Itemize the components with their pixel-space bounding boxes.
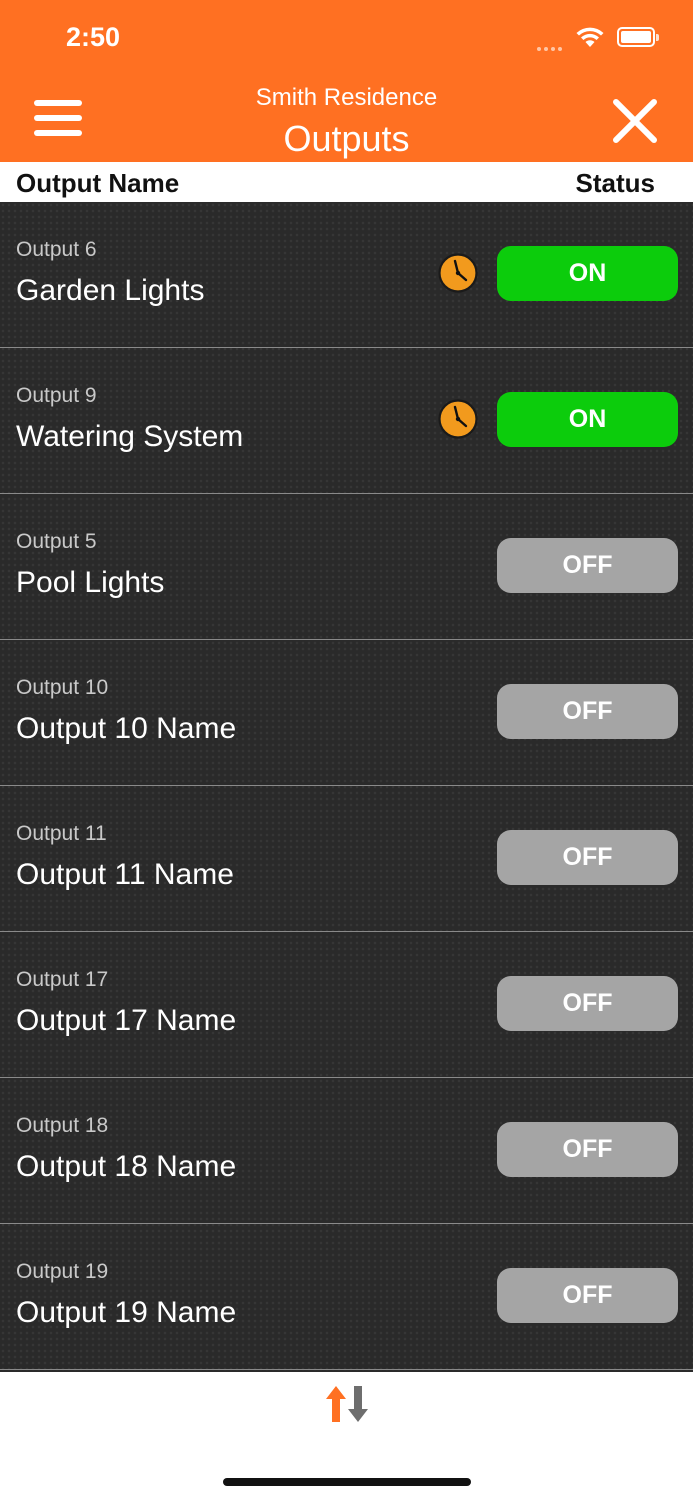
output-name: Output 17 Name (16, 1004, 237, 1037)
output-number: Output 9 (16, 384, 97, 407)
home-indicator (223, 1478, 471, 1486)
output-name: Output 11 Name (16, 858, 234, 891)
outputs-list: Output 6 Garden Lights ON Output 9 Water… (0, 202, 693, 1372)
battery-icon (617, 27, 659, 47)
output-number: Output 10 (16, 676, 109, 699)
output-row[interactable]: Output 19 Output 19 Name OFF (0, 1224, 693, 1370)
output-name: Pool Lights (16, 566, 165, 599)
output-row[interactable]: Output 17 Output 17 Name OFF (0, 932, 693, 1078)
output-row[interactable]: Output 18 Output 18 Name OFF (0, 1078, 693, 1224)
output-number: Output 5 (16, 530, 97, 553)
sort-up-down-icon[interactable] (323, 1384, 371, 1424)
output-name: Output 10 Name (16, 712, 237, 745)
output-row[interactable]: Output 11 Output 11 Name OFF (0, 786, 693, 932)
output-name: Garden Lights (16, 274, 205, 307)
output-number: Output 17 (16, 968, 109, 991)
status-toggle-button[interactable]: ON (497, 392, 678, 447)
status-toggle-button[interactable]: OFF (497, 1268, 678, 1323)
column-output-name: Output Name (16, 168, 180, 198)
page-title: Outputs (283, 118, 410, 159)
app-header: 2:50 Smith Residence Outputs (0, 0, 693, 162)
schedule-clock-icon[interactable] (438, 399, 478, 439)
schedule-clock-icon[interactable] (438, 253, 478, 293)
status-time: 2:50 (66, 22, 121, 52)
status-toggle-button[interactable]: OFF (497, 1122, 678, 1177)
output-number: Output 19 (16, 1260, 109, 1283)
close-button[interactable] (610, 96, 660, 146)
output-row[interactable]: Output 10 Output 10 Name OFF (0, 640, 693, 786)
status-toggle-button[interactable]: ON (497, 246, 678, 301)
header-subtitle: Smith Residence (255, 84, 438, 111)
output-row[interactable]: Output 5 Pool Lights OFF (0, 494, 693, 640)
output-row[interactable]: Output 9 Watering System ON (0, 348, 693, 494)
output-number: Output 6 (16, 238, 97, 261)
output-number: Output 18 (16, 1114, 109, 1137)
output-row[interactable]: Output 6 Garden Lights ON (0, 202, 693, 348)
status-toggle-button[interactable]: OFF (497, 538, 678, 593)
status-toggle-button[interactable]: OFF (497, 976, 678, 1031)
wifi-icon (576, 27, 604, 47)
output-number: Output 11 (16, 822, 107, 845)
column-header: Output Name Status (0, 162, 693, 202)
close-icon (613, 99, 657, 143)
status-toggle-button[interactable]: OFF (497, 684, 678, 739)
status-toggle-button[interactable]: OFF (497, 830, 678, 885)
output-name: Output 18 Name (16, 1150, 237, 1183)
cellular-signal-icon (537, 38, 569, 51)
column-status: Status (575, 168, 655, 198)
output-name: Output 19 Name (16, 1296, 237, 1329)
output-name: Watering System (16, 420, 244, 453)
